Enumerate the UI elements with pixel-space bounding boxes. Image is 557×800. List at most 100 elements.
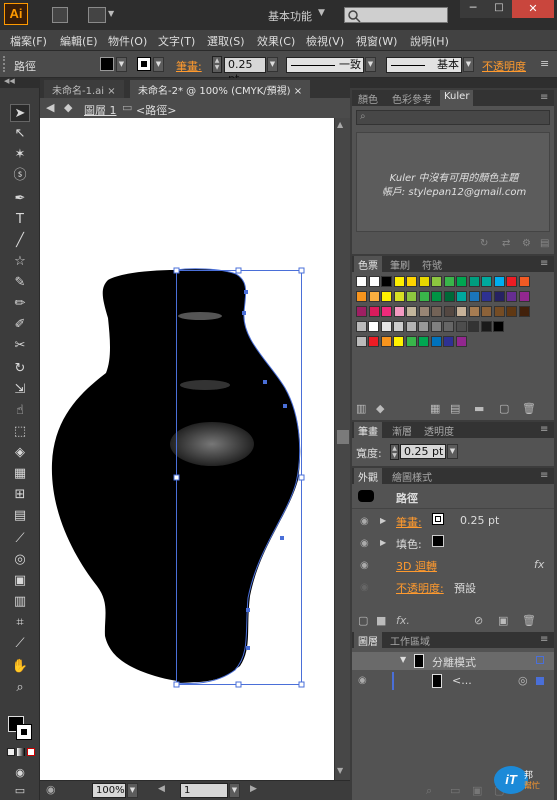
none-mode-icon[interactable]: [27, 748, 35, 756]
menu-select[interactable]: 選取(S): [207, 33, 245, 49]
color-swatch[interactable]: [468, 291, 480, 302]
hand-tool-icon[interactable]: ✋: [10, 658, 30, 676]
selection-tool-icon[interactable]: ➤: [10, 104, 30, 122]
fill-dropdown-icon[interactable]: ▼: [116, 57, 127, 72]
color-swatch[interactable]: [356, 306, 367, 317]
visibility-eye-icon[interactable]: ◉: [360, 582, 369, 593]
mesh-tool-icon[interactable]: ⊞: [10, 486, 30, 504]
color-swatch[interactable]: [393, 321, 404, 332]
collapse-icon[interactable]: ◀◀: [4, 77, 15, 85]
locate-object-icon[interactable]: ⌕: [426, 784, 432, 798]
close-button[interactable]: ✕: [512, 0, 554, 18]
target-circle-icon[interactable]: ◎: [518, 674, 528, 687]
color-swatch[interactable]: [406, 306, 417, 317]
color-swatch[interactable]: [443, 291, 455, 302]
lasso-tool-icon[interactable]: ⓢ: [10, 167, 30, 185]
effect-3d-rotate[interactable]: 3D 迴轉: [396, 558, 437, 574]
stroke-color-box[interactable]: [16, 724, 32, 740]
tab-document-1[interactable]: 未命名-1.ai ×: [44, 80, 124, 98]
blob-brush-tool-icon[interactable]: ✐: [10, 316, 30, 334]
color-swatch[interactable]: [456, 276, 467, 287]
color-swatch[interactable]: [443, 321, 454, 332]
menu-object[interactable]: 物件(O): [108, 33, 147, 49]
maximize-button[interactable]: □: [486, 0, 512, 18]
swatch-library-icon[interactable]: ▥: [356, 402, 366, 415]
color-swatch[interactable]: [468, 306, 480, 317]
fill-swatch[interactable]: [100, 57, 114, 71]
color-swatch[interactable]: [405, 336, 417, 347]
tab-kuler[interactable]: Kuler: [440, 90, 474, 106]
color-swatch[interactable]: [430, 336, 442, 347]
type-tool-icon[interactable]: T: [10, 211, 30, 229]
color-swatch[interactable]: [431, 291, 442, 302]
artboard-tool-icon[interactable]: ⌗: [10, 614, 30, 632]
brush-dropdown-icon[interactable]: ▼: [463, 57, 474, 72]
color-swatch[interactable]: [468, 321, 479, 332]
breadcrumb-layer[interactable]: 圖層 1: [84, 102, 117, 118]
artboard[interactable]: [40, 118, 334, 780]
visibility-eye-icon[interactable]: ◉: [358, 675, 367, 686]
tab-graphic-styles[interactable]: 繪圖樣式: [388, 468, 436, 484]
kuler-search-input[interactable]: ⌕: [356, 110, 550, 125]
delete-item-icon[interactable]: 🗑: [522, 614, 536, 627]
next-artboard-icon[interactable]: ▶: [250, 784, 257, 794]
color-swatch[interactable]: [430, 321, 442, 332]
color-swatch[interactable]: [381, 291, 392, 302]
kuler-settings-icon[interactable]: ⚙: [522, 238, 531, 249]
workspace-switcher[interactable]: 基本功能: [268, 8, 312, 24]
color-swatch[interactable]: [518, 276, 530, 287]
tab-stroke[interactable]: 筆畫: [354, 422, 382, 438]
share-icon[interactable]: ⇄: [502, 238, 510, 249]
color-swatch[interactable]: [493, 321, 504, 332]
minimize-button[interactable]: ─: [460, 0, 486, 18]
opacity-label[interactable]: 不透明度: [482, 58, 526, 74]
perspective-grid-tool-icon[interactable]: ▦: [10, 465, 30, 483]
warp-tool-icon[interactable]: ☝: [10, 402, 30, 420]
gradient-tool-icon[interactable]: ▤: [10, 507, 30, 525]
color-swatch[interactable]: [418, 321, 429, 332]
appearance-opacity-label[interactable]: 不透明度:: [396, 580, 444, 596]
star-tool-icon[interactable]: ☆: [10, 253, 30, 271]
menu-help[interactable]: 說明(H): [410, 33, 449, 49]
stroke-stepper[interactable]: ▲ ▼: [212, 56, 222, 73]
swatch-kinds-icon[interactable]: ◆: [376, 402, 384, 415]
selected-art-indicator[interactable]: [536, 677, 544, 685]
color-swatch[interactable]: [456, 291, 467, 302]
menu-window[interactable]: 視窗(W): [356, 33, 397, 49]
color-group-folder-icon[interactable]: [356, 321, 367, 332]
bridge-icon[interactable]: [52, 7, 68, 23]
back-arrow-icon[interactable]: ◀: [46, 101, 54, 114]
screen-mode-icon[interactable]: ▭: [10, 782, 30, 800]
new-color-group-icon[interactable]: ▬: [474, 402, 484, 415]
line-tool-icon[interactable]: ╱: [10, 232, 30, 250]
color-swatch[interactable]: [380, 321, 392, 332]
color-swatch[interactable]: [431, 306, 442, 317]
color-swatch[interactable]: [493, 306, 505, 317]
drawing-mode-icon[interactable]: ◉: [10, 764, 30, 782]
stroke-weight-field[interactable]: 0.25 pt: [224, 57, 266, 85]
zoom-dropdown-icon[interactable]: ▼: [127, 783, 138, 798]
panel-menu-icon[interactable]: ≡: [540, 470, 548, 481]
tab-artboards[interactable]: 工作區域: [386, 632, 434, 648]
weight-dropdown-icon[interactable]: ▼: [447, 444, 458, 459]
workspace-chevron-icon[interactable]: ▼: [318, 8, 325, 18]
column-graph-tool-icon[interactable]: ▥: [10, 593, 30, 611]
color-swatch[interactable]: [468, 276, 480, 287]
layer-row-path[interactable]: ◉ <... ◎: [352, 672, 554, 690]
color-swatch[interactable]: [393, 306, 405, 317]
direct-selection-tool-icon[interactable]: ↖: [10, 125, 30, 143]
color-swatch[interactable]: [418, 336, 429, 347]
panel-menu-icon[interactable]: ≡: [540, 92, 548, 103]
tab-color-guide[interactable]: 色彩參考: [388, 90, 436, 106]
tab-symbols[interactable]: 符號: [418, 256, 446, 272]
color-swatch[interactable]: [481, 276, 492, 287]
visibility-eye-icon[interactable]: ◉: [360, 538, 369, 549]
symbol-sprayer-tool-icon[interactable]: ▣: [10, 572, 30, 590]
color-swatch[interactable]: [443, 276, 455, 287]
kuler-browse-icon[interactable]: ▤: [540, 238, 549, 249]
color-swatch[interactable]: [480, 321, 492, 332]
artboard-dropdown-icon[interactable]: ▼: [229, 783, 240, 798]
color-swatch[interactable]: [443, 306, 455, 317]
color-swatch[interactable]: [393, 276, 405, 287]
vertical-scrollbar[interactable]: ▲ ▼: [334, 118, 350, 780]
